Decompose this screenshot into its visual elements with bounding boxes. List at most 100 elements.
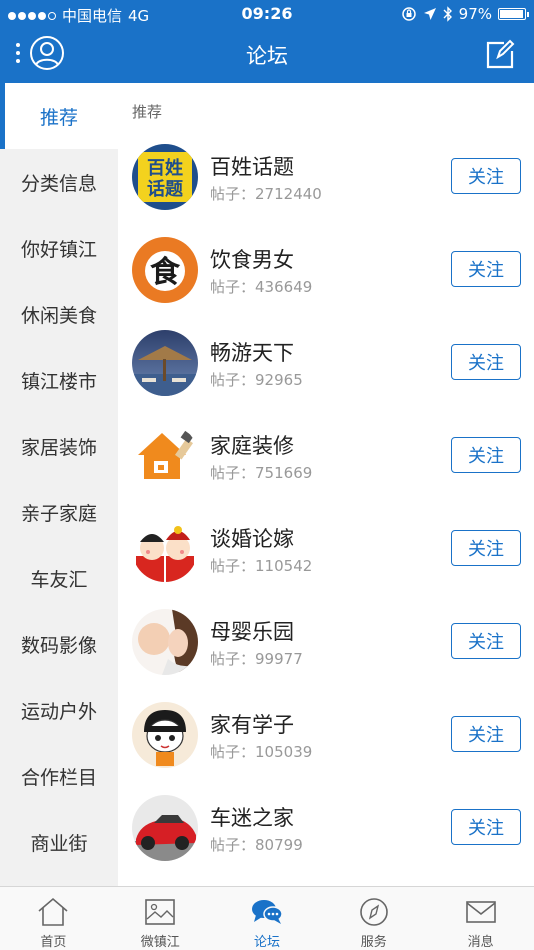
follow-button[interactable]: 关注 <box>451 716 521 752</box>
forum-row[interactable]: 谈婚论嫁 帖子：110542 关注 <box>118 513 534 606</box>
status-right: 97% <box>401 5 529 23</box>
sidebar-item-label: 运动户外 <box>20 700 97 723</box>
sidebar-item-digital[interactable]: 数码影像 <box>0 611 118 677</box>
mail-icon <box>465 901 496 923</box>
forum-row[interactable]: 畅游天下 帖子：92965 关注 <box>118 327 534 420</box>
posts-value: 105039 <box>255 743 313 761</box>
posts-value: 751669 <box>255 464 313 482</box>
forum-avatar <box>132 516 198 582</box>
forum-logo-text: 食 <box>150 255 181 290</box>
sidebar-item-real-estate[interactable]: 镇江楼市 <box>0 347 118 413</box>
sidebar-item-outdoor[interactable]: 运动户外 <box>0 677 118 743</box>
posts-value: 99977 <box>255 650 303 668</box>
sidebar-item-label: 休闲美食 <box>20 304 97 327</box>
follow-button[interactable]: 关注 <box>451 251 521 287</box>
follow-button[interactable]: 关注 <box>451 623 521 659</box>
sidebar-item-partners[interactable]: 合作栏目 <box>0 743 118 809</box>
tab-services[interactable]: 服务 <box>320 887 427 950</box>
sidebar-item-classifieds[interactable]: 分类信息 <box>0 149 118 215</box>
posts-prefix: 帖子： <box>210 743 256 761</box>
forum-logo-text: 话题 <box>147 178 184 200</box>
posts-prefix: 帖子： <box>210 464 256 482</box>
app-header: 中国电信 4G 09:26 97% 论坛 <box>0 0 534 83</box>
forum-post-count: 帖子：751669 <box>210 462 312 483</box>
forum-name: 百姓话题 <box>210 155 294 179</box>
tab-label: 服务 <box>360 935 387 950</box>
forum-post-count: 帖子：2712440 <box>210 183 322 204</box>
follow-button[interactable]: 关注 <box>451 344 521 380</box>
posts-value: 110542 <box>255 557 313 575</box>
forum-row[interactable]: 车迷之家 帖子：80799 关注 <box>118 792 534 885</box>
tab-forum[interactable]: 论坛 <box>214 887 321 950</box>
tab-home[interactable]: 首页 <box>0 887 107 950</box>
forum-post-count: 帖子：80799 <box>210 834 303 855</box>
bluetooth-icon <box>443 6 452 22</box>
sidebar-item-label: 推荐 <box>39 106 78 129</box>
posts-prefix: 帖子： <box>210 836 256 854</box>
nav-bar: 论坛 <box>0 28 534 83</box>
posts-prefix: 帖子： <box>210 557 256 575</box>
forum-post-count: 帖子：436649 <box>210 276 312 297</box>
forum-avatar <box>132 609 198 675</box>
sidebar-item-label: 数码影像 <box>20 634 97 657</box>
forum-row[interactable]: 家有学子 帖子：105039 关注 <box>118 699 534 792</box>
sidebar-item-family[interactable]: 亲子家庭 <box>0 479 118 545</box>
orientation-lock-icon <box>401 7 416 21</box>
forum-post-count: 帖子：110542 <box>210 555 312 576</box>
battery-icon <box>498 8 529 20</box>
sidebar-item-home-decor[interactable]: 家居装饰 <box>0 413 118 479</box>
sidebar-item-hello-zhenjiang[interactable]: 你好镇江 <box>0 215 118 281</box>
forum-avatar <box>132 423 198 489</box>
status-bar: 中国电信 4G 09:26 97% <box>0 0 534 28</box>
sidebar-item-label: 商业街 <box>30 832 88 855</box>
forum-post-count: 帖子：99977 <box>210 648 303 669</box>
forum-avatar <box>132 795 198 861</box>
sidebar-item-recommend[interactable]: 推荐 <box>0 83 118 149</box>
forum-name: 家庭装修 <box>210 434 294 458</box>
home-icon <box>38 897 68 926</box>
posts-value: 80799 <box>255 836 303 854</box>
compose-button[interactable] <box>484 38 516 70</box>
posts-value: 436649 <box>255 278 313 296</box>
chat-bubbles-icon <box>251 900 283 924</box>
forum-name: 家有学子 <box>210 713 294 737</box>
location-icon <box>423 8 436 20</box>
forum-row[interactable]: 母婴乐园 帖子：99977 关注 <box>118 606 534 699</box>
edit-icon <box>486 39 515 69</box>
tab-label: 微镇江 <box>140 935 180 950</box>
battery-percent: 97% <box>458 5 492 23</box>
sidebar-item-car-club[interactable]: 车友汇 <box>0 545 118 611</box>
sidebar-item-label: 镇江楼市 <box>20 370 97 393</box>
follow-button[interactable]: 关注 <box>451 158 521 194</box>
sidebar-item-label: 分类信息 <box>20 172 97 195</box>
posts-prefix: 帖子： <box>210 278 256 296</box>
forum-avatar: 百姓 话题 <box>132 144 198 210</box>
forum-name: 谈婚论嫁 <box>210 527 294 551</box>
forum-row[interactable]: 家庭装修 帖子：751669 关注 <box>118 420 534 513</box>
forum-name: 母婴乐园 <box>210 620 294 644</box>
posts-value: 92965 <box>255 371 303 389</box>
forum-avatar <box>132 702 198 768</box>
forum-row[interactable]: 百姓 话题 百姓话题 帖子：2712440 关注 <box>118 141 534 234</box>
sidebar-item-label: 你好镇江 <box>20 238 97 261</box>
sidebar-item-label: 亲子家庭 <box>20 502 97 525</box>
forum-name: 畅游天下 <box>210 341 294 365</box>
posts-prefix: 帖子： <box>210 650 256 668</box>
tab-wei-zhenjiang[interactable]: 微镇江 <box>107 887 214 950</box>
follow-button[interactable]: 关注 <box>451 809 521 845</box>
posts-value: 2712440 <box>255 185 322 203</box>
forum-name: 车迷之家 <box>210 806 294 830</box>
follow-button[interactable]: 关注 <box>451 530 521 566</box>
forum-list: 百姓 话题 百姓话题 帖子：2712440 关注 食 饮食男女 帖子：43664… <box>118 141 534 885</box>
tab-messages[interactable]: 消息 <box>427 887 534 950</box>
posts-prefix: 帖子： <box>210 185 256 203</box>
forum-logo-text: 百姓 <box>147 157 183 179</box>
forum-name: 饮食男女 <box>210 248 294 272</box>
tab-label: 首页 <box>40 935 67 950</box>
forum-post-count: 帖子：92965 <box>210 369 303 390</box>
forum-row[interactable]: 食 饮食男女 帖子：436649 关注 <box>118 234 534 327</box>
sidebar-item-food[interactable]: 休闲美食 <box>0 281 118 347</box>
posts-prefix: 帖子： <box>210 371 256 389</box>
follow-button[interactable]: 关注 <box>451 437 521 473</box>
sidebar-item-commercial-street[interactable]: 商业街 <box>0 809 118 875</box>
